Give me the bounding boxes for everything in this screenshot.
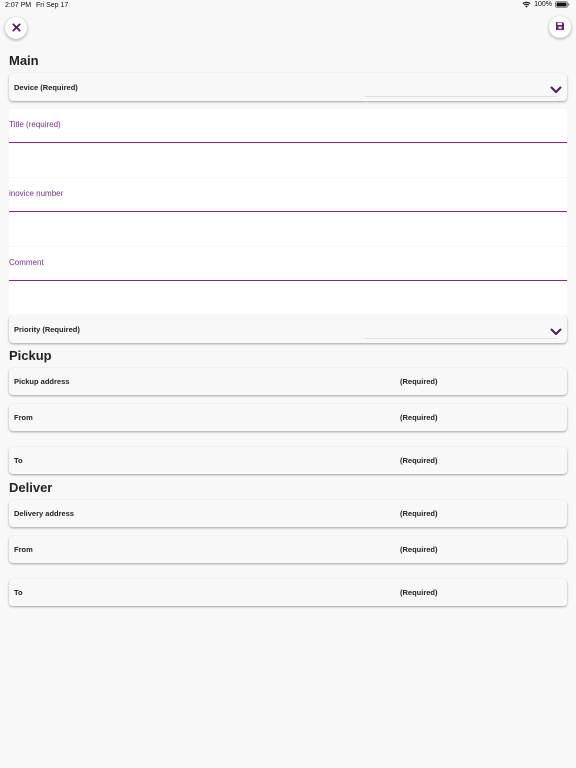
row-required: (Required)	[400, 509, 438, 518]
priority-select-label: Priority (Required)	[14, 325, 80, 334]
row-label: To	[14, 456, 23, 465]
title-field: Title (required)	[9, 109, 567, 179]
section-title-deliver: Deliver	[9, 480, 53, 495]
close-button[interactable]	[5, 17, 27, 39]
pickup-address-row[interactable]: Pickup address (Required)	[9, 368, 567, 395]
row-required: (Required)	[400, 456, 438, 465]
comment-field-label-area: Comment	[9, 247, 567, 281]
device-select-label: Device (Required)	[14, 83, 78, 92]
row-required: (Required)	[400, 545, 438, 554]
deliver-from-row[interactable]: From (Required)	[9, 536, 567, 563]
status-indicators: 100%	[522, 1, 570, 8]
chevron-down-icon	[550, 323, 562, 341]
section-title-pickup: Pickup	[9, 348, 52, 363]
floppy-disk-icon	[555, 18, 565, 36]
wifi-icon	[522, 1, 531, 8]
pickup-to-row[interactable]: To (Required)	[9, 447, 567, 474]
row-label: From	[14, 413, 33, 422]
device-select[interactable]: Device (Required)	[9, 73, 567, 101]
title-input[interactable]	[9, 144, 567, 177]
status-bar: 2:07 PM Fri Sep 17 100%	[0, 0, 576, 12]
deliver-to-row[interactable]: To (Required)	[9, 579, 567, 606]
select-underline	[365, 338, 557, 339]
row-required: (Required)	[400, 377, 438, 386]
close-icon	[11, 19, 21, 37]
title-field-label: Title (required)	[9, 120, 61, 129]
save-button[interactable]	[549, 16, 571, 38]
delivery-address-row[interactable]: Delivery address (Required)	[9, 500, 567, 527]
comment-field-label: Comment	[9, 258, 44, 267]
title-field-label-area: Title (required)	[9, 109, 567, 143]
status-time: 2:07 PM	[5, 2, 32, 9]
pickup-from-row[interactable]: From (Required)	[9, 404, 567, 431]
comment-field: Comment	[9, 247, 567, 317]
section-title-main: Main	[9, 53, 39, 68]
battery-percent: 100%	[534, 1, 552, 8]
priority-select[interactable]: Priority (Required)	[9, 315, 567, 343]
invoice-field-label: inovice number	[9, 189, 64, 198]
row-label: Pickup address	[14, 377, 70, 386]
row-required: (Required)	[400, 588, 438, 597]
row-label: From	[14, 545, 33, 554]
battery-icon	[555, 1, 570, 8]
invoice-field: inovice number	[9, 178, 567, 248]
row-required: (Required)	[400, 413, 438, 422]
chevron-down-icon	[550, 81, 562, 99]
invoice-input[interactable]	[9, 213, 567, 246]
select-underline	[365, 96, 557, 97]
row-label: To	[14, 588, 23, 597]
invoice-field-label-area: inovice number	[9, 178, 567, 212]
row-label: Delivery address	[14, 509, 75, 518]
status-date: Fri Sep 17	[36, 2, 69, 9]
comment-input[interactable]	[9, 282, 567, 315]
